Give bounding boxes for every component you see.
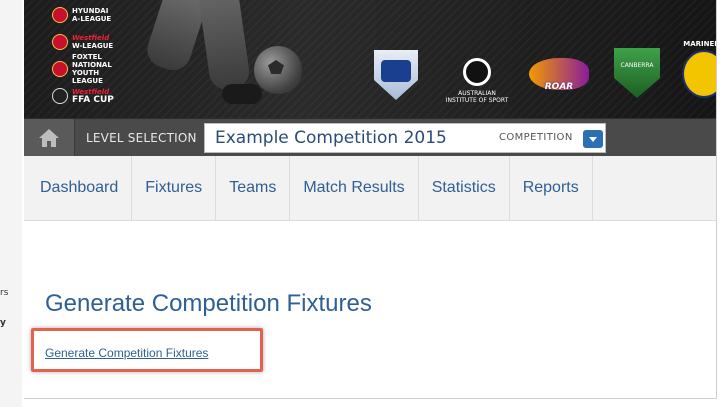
canberra-logo-text: CANBERRA xyxy=(620,62,654,69)
soccer-ball-icon xyxy=(254,46,302,94)
youth-league-logo-icon xyxy=(52,61,68,77)
page-title: Generate Competition Fixtures xyxy=(45,290,372,317)
ais-logo-text: AUSTRALIAN INSTITUTE OF SPORT xyxy=(445,90,509,104)
brand-line: FFA CUP xyxy=(72,95,114,105)
home-icon xyxy=(39,129,59,147)
w-league-logo-icon xyxy=(52,34,68,50)
background-text-fragment: rs xyxy=(0,288,9,298)
youth-league-brand: FOXTEL NATIONAL YOUTH LEAGUE xyxy=(52,53,132,85)
brand-line: Westfield xyxy=(72,34,110,42)
brand-line: FOXTEL NATIONAL xyxy=(72,53,112,69)
level-selection-bar: LEVEL SELECTION Example Competition 2015… xyxy=(24,118,716,157)
level-selection-label: LEVEL SELECTION xyxy=(86,131,197,145)
tab-fixtures[interactable]: Fixtures xyxy=(132,156,217,220)
header-banner: HYUNDAI A-LEAGUE Westfield W-LEAGUE FOXTEL… xyxy=(24,0,716,118)
brand-line: A-LEAGUE xyxy=(72,15,112,23)
brand-line: YOUTH LEAGUE xyxy=(72,69,103,85)
background-window-slice: rs y xyxy=(0,0,22,407)
main-navigation: Dashboard Fixtures Teams Match Results S… xyxy=(24,156,716,221)
level-type-tag: COMPETITION xyxy=(499,132,573,143)
generate-fixtures-link[interactable]: Generate Competition Fixtures xyxy=(45,346,208,360)
tab-match-results[interactable]: Match Results xyxy=(290,156,419,220)
player-leg-shape xyxy=(196,0,252,93)
home-button[interactable] xyxy=(24,119,75,157)
w-league-brand: Westfield W-LEAGUE xyxy=(52,31,132,53)
competition-selector[interactable]: Example Competition 2015 COMPETITION xyxy=(204,123,606,153)
page-frame: HYUNDAI A-LEAGUE Westfield W-LEAGUE FOXTEL… xyxy=(24,0,717,399)
league-brand-list: HYUNDAI A-LEAGUE Westfield W-LEAGUE FOXTEL… xyxy=(52,4,132,112)
player-photo xyxy=(134,0,344,118)
mariners-logo-text: MARINERS xyxy=(683,40,716,48)
player-boot-shape xyxy=(222,84,262,104)
ais-logo-icon: AUSTRALIAN INSTITUTE OF SPORT xyxy=(442,58,512,104)
brisbane-roar-logo-icon: ROAR xyxy=(524,58,594,98)
brand-line: W-LEAGUE xyxy=(72,42,114,50)
chevron-down-icon[interactable] xyxy=(583,130,603,148)
player-leg-shape xyxy=(142,0,210,75)
ffa-cup-trophy-icon xyxy=(52,88,68,104)
ffa-cup-brand: Westfield FFA CUP xyxy=(52,85,132,107)
roar-logo-text: ROAR xyxy=(544,82,574,92)
background-text-fragment: y xyxy=(0,318,6,328)
a-league-logo-icon xyxy=(52,7,68,23)
brand-line: HYUNDAI xyxy=(72,7,109,15)
tab-dashboard[interactable]: Dashboard xyxy=(24,156,133,220)
a-league-brand: HYUNDAI A-LEAGUE xyxy=(52,4,132,26)
tab-teams[interactable]: Teams xyxy=(216,156,291,220)
tab-reports[interactable]: Reports xyxy=(510,156,593,220)
tab-statistics[interactable]: Statistics xyxy=(419,156,510,220)
selected-competition: Example Competition 2015 xyxy=(215,128,447,148)
